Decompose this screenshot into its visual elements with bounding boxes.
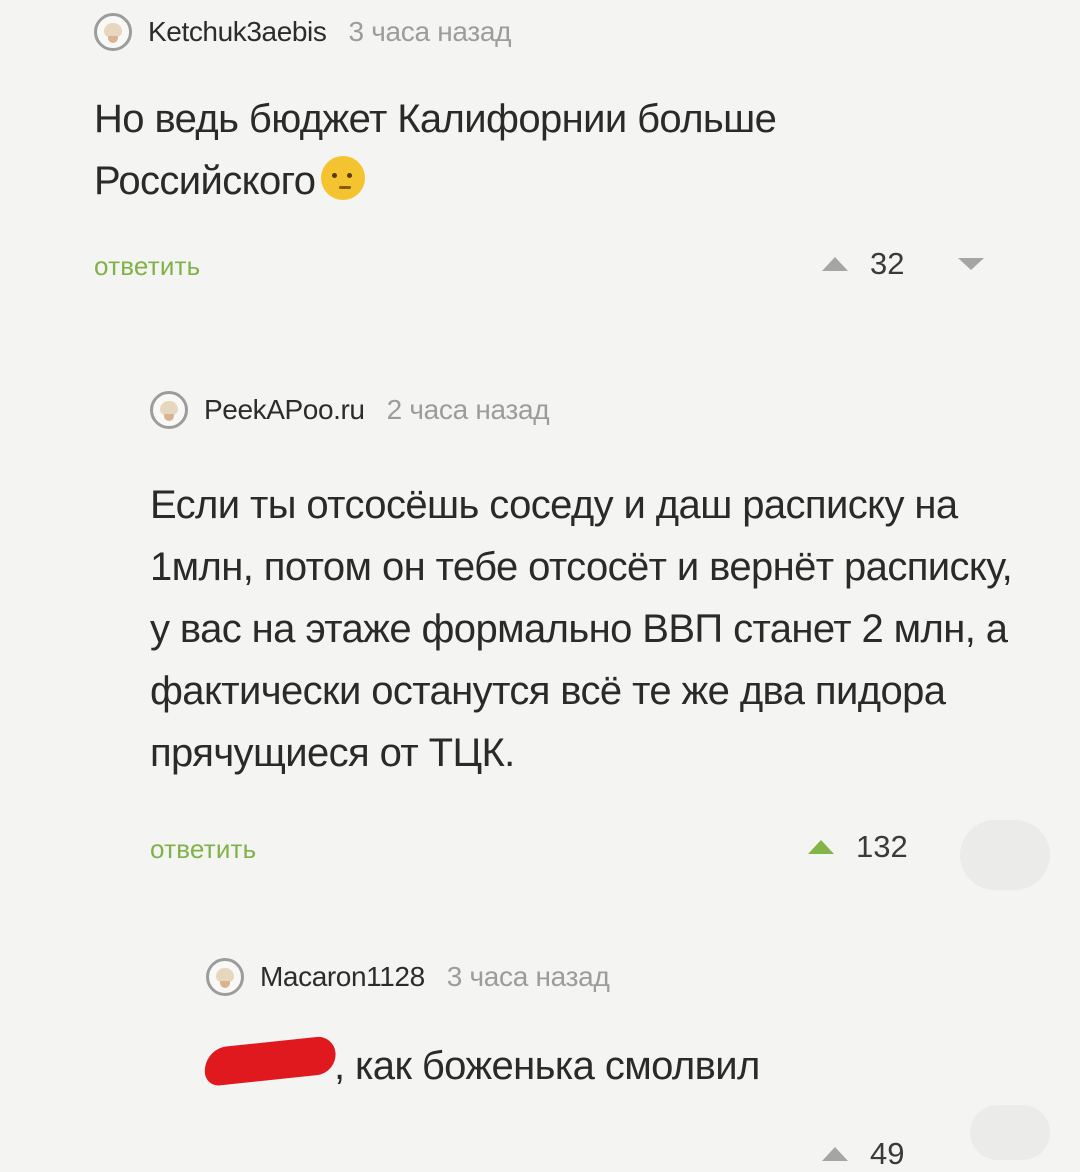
comment-author[interactable]: Ketchuk3aebis — [148, 16, 327, 48]
vote-score: 132 — [856, 829, 908, 864]
comment-text: Если ты отсосёшь соседу и даш расписку н… — [150, 483, 1013, 775]
reply-link[interactable]: ответить — [150, 834, 256, 865]
comment-header: Macaron1128 3 часа назад — [206, 957, 1036, 997]
comment-text: , как боженька смолвил — [334, 1044, 760, 1088]
comment-time: 3 часа назад — [348, 16, 512, 47]
background-shade — [970, 1105, 1050, 1160]
reply-link[interactable]: ответить — [94, 251, 200, 282]
vote-controls: 32 — [822, 246, 985, 282]
avatar[interactable] — [206, 958, 244, 996]
comment-author[interactable]: PeekAPoo.ru — [204, 394, 365, 426]
comment-text-body: Но ведь бюджет Калифорнии больше Российс… — [94, 97, 777, 203]
background-shade — [960, 820, 1050, 890]
upvote-icon[interactable] — [808, 840, 834, 854]
comment-time: 2 часа назад — [386, 394, 550, 425]
downvote-icon[interactable] — [958, 258, 985, 270]
comment-header: Ketchuk3aebis 3 часа назад — [94, 12, 1044, 52]
redaction-mark — [202, 1035, 338, 1087]
comment-text: Но ведь бюджет Калифорнии больше Российс… — [94, 88, 914, 212]
upvote-icon[interactable] — [822, 1147, 848, 1161]
upvote-icon[interactable] — [822, 257, 848, 271]
comment-time: 3 часа назад — [446, 961, 610, 992]
comment-macaron: Macaron1128 3 часа назад — [206, 957, 1036, 997]
thinking-face-icon — [321, 156, 366, 200]
comment-header: PeekAPoo.ru 2 часа назад — [150, 390, 1030, 430]
vote-score: 49 — [870, 1136, 905, 1171]
comment-peekapoo: PeekAPoo.ru 2 часа назад Если ты отсосёш… — [150, 390, 1030, 784]
vote-controls: 49 — [822, 1136, 904, 1172]
comment-ketchuk: Ketchuk3aebis 3 часа назад Но ведь бюдже… — [94, 12, 1044, 212]
vote-controls: 132 — [808, 829, 908, 865]
avatar[interactable] — [150, 391, 188, 429]
avatar[interactable] — [94, 13, 132, 51]
vote-score: 32 — [870, 246, 905, 281]
comment-author[interactable]: Macaron1128 — [260, 961, 425, 993]
